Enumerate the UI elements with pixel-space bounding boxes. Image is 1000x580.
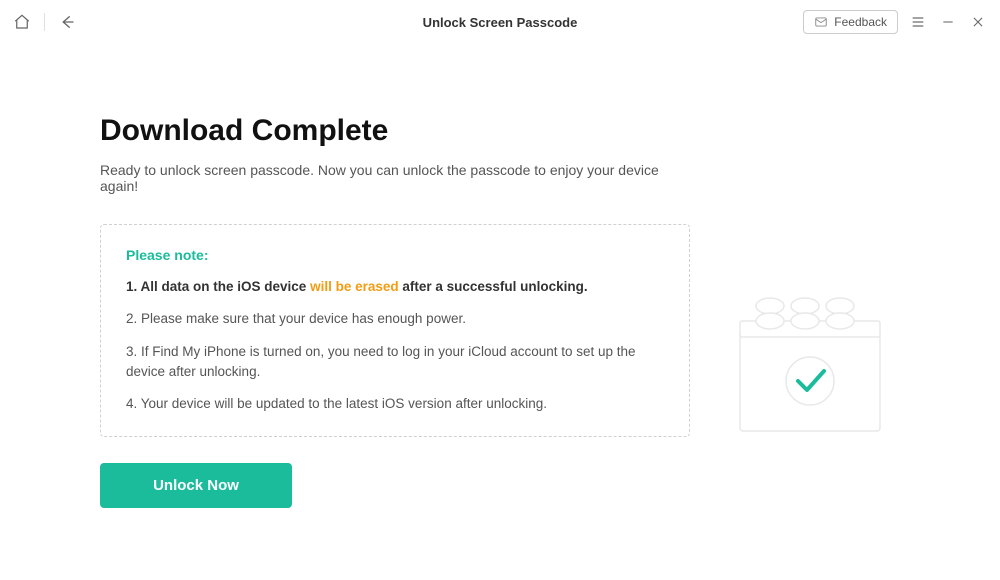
unlock-now-button[interactable]: Unlock Now <box>100 463 292 508</box>
page-subtitle: Ready to unlock screen passcode. Now you… <box>100 162 690 194</box>
success-illustration <box>720 114 900 508</box>
menu-icon[interactable] <box>908 12 928 32</box>
content-column: Download Complete Ready to unlock screen… <box>100 114 690 508</box>
page-title: Download Complete <box>100 114 690 148</box>
titlebar: Unlock Screen Passcode Feedback <box>0 0 1000 44</box>
page-title-header: Unlock Screen Passcode <box>423 15 578 30</box>
note-box: Please note: 1. All data on the iOS devi… <box>100 224 690 437</box>
home-icon[interactable] <box>12 12 32 32</box>
note-item-3: 3. If Find My iPhone is turned on, you n… <box>126 342 664 383</box>
back-icon[interactable] <box>57 12 77 32</box>
note-item-1: 1. All data on the iOS device will be er… <box>126 277 664 297</box>
note-item-1-prefix: 1. All data on the iOS device <box>126 279 310 294</box>
note-item-4: 4. Your device will be updated to the la… <box>126 394 664 414</box>
note-heading: Please note: <box>126 247 664 263</box>
minimize-icon[interactable] <box>938 12 958 32</box>
mail-icon <box>814 15 828 29</box>
feedback-button[interactable]: Feedback <box>803 10 898 34</box>
note-item-2: 2. Please make sure that your device has… <box>126 309 664 329</box>
titlebar-left <box>12 12 77 32</box>
note-item-1-suffix: after a successful unlocking. <box>399 279 588 294</box>
titlebar-right: Feedback <box>803 10 988 34</box>
feedback-label: Feedback <box>834 15 887 29</box>
main-content: Download Complete Ready to unlock screen… <box>0 44 1000 508</box>
divider <box>44 13 45 31</box>
box-check-icon <box>725 286 895 446</box>
close-icon[interactable] <box>968 12 988 32</box>
note-item-1-warn: will be erased <box>310 279 399 294</box>
